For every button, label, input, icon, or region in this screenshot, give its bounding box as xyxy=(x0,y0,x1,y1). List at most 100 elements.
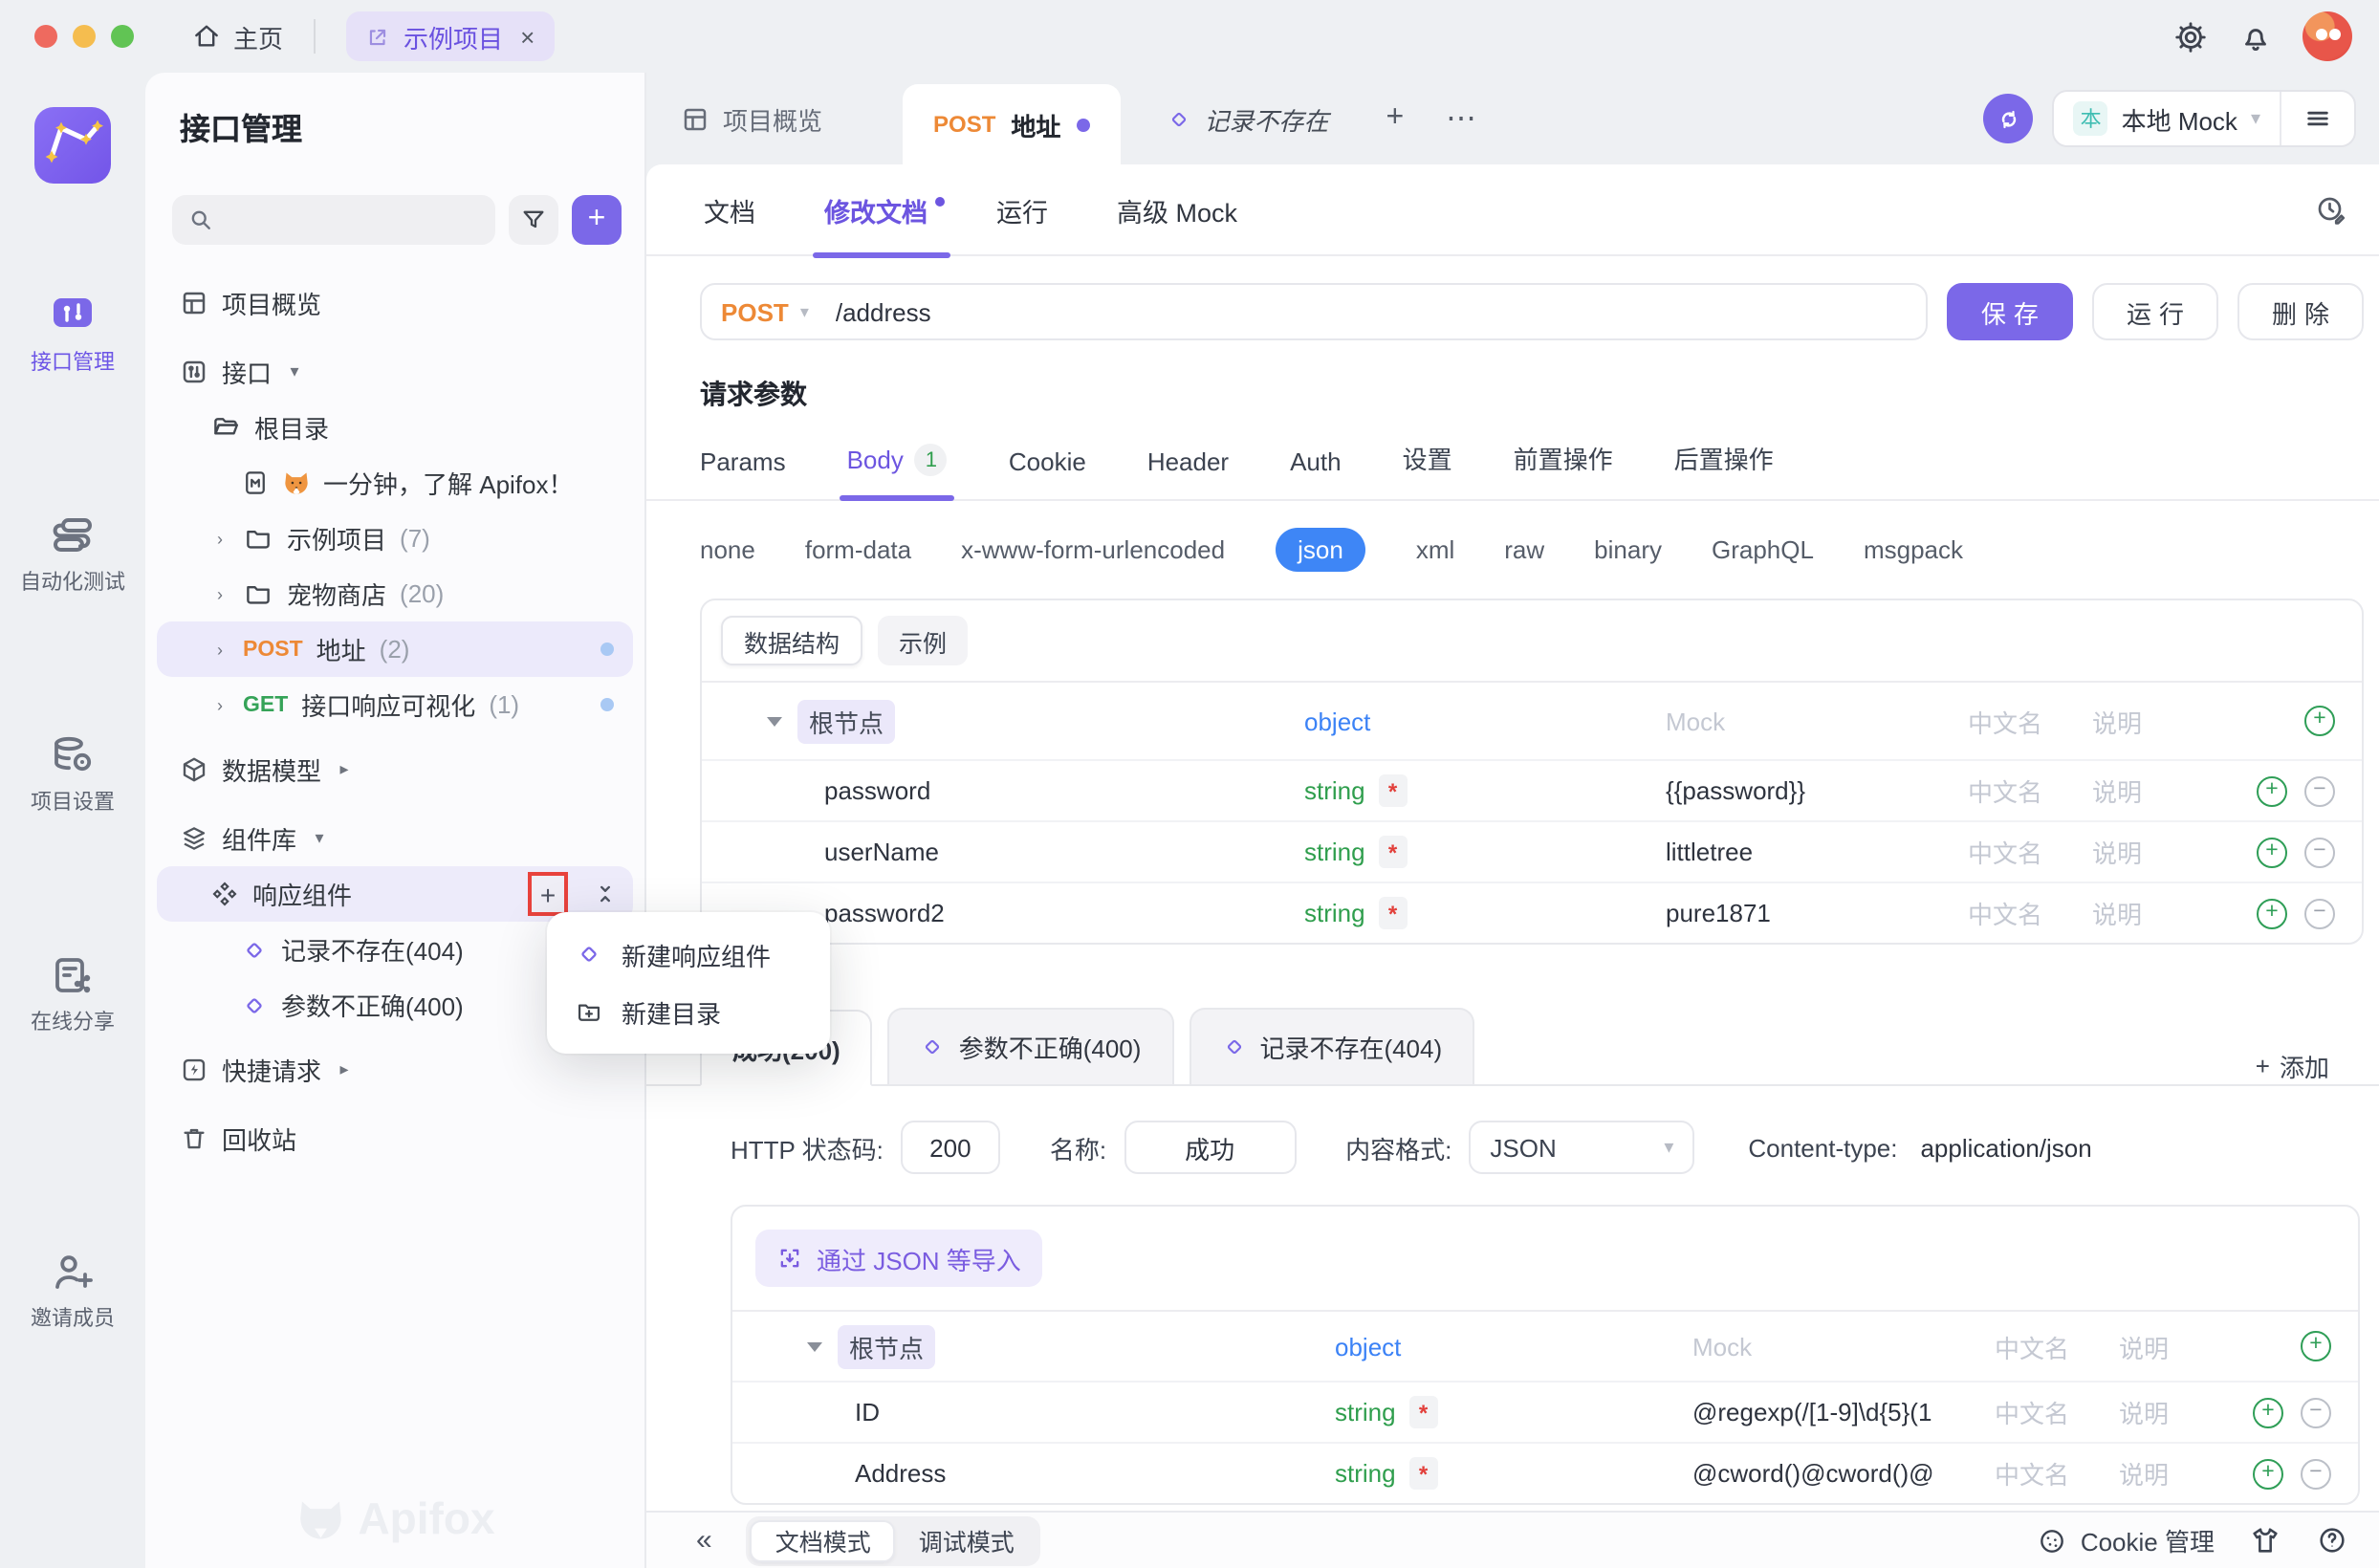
search-box[interactable] xyxy=(172,195,495,245)
schema-row-id[interactable]: ID string* @regexp(/[1-9]\d{5}(1 中文名 说明 … xyxy=(732,1381,2358,1442)
subtab-run[interactable]: 运行 xyxy=(996,190,1048,229)
caret-down-icon[interactable]: ▾ xyxy=(285,361,304,382)
chevron-right-icon[interactable]: › xyxy=(210,695,229,714)
tab-post-actions[interactable]: 后置操作 xyxy=(1674,440,1774,476)
type-object[interactable]: object xyxy=(1304,707,1370,735)
schema-tab-example[interactable]: 示例 xyxy=(878,616,968,665)
chevron-right-icon[interactable]: › xyxy=(210,584,229,603)
rail-item-online-share[interactable]: 在线分享 xyxy=(31,954,115,1036)
menu-item-new-folder[interactable]: 新建目录 xyxy=(547,983,830,1040)
body-type-graphql[interactable]: GraphQL xyxy=(1712,535,1814,564)
body-type-binary[interactable]: binary xyxy=(1594,535,1662,564)
tree-item-post-address[interactable]: › POST 地址 (2) xyxy=(157,621,633,677)
mock-placeholder[interactable]: Mock xyxy=(1666,707,1968,735)
close-window-button[interactable] xyxy=(34,25,57,48)
tree-section-component-library[interactable]: 组件库 ▾ xyxy=(157,811,633,866)
theme-shirt-icon[interactable] xyxy=(2249,1524,2281,1557)
desc-placeholder[interactable]: 说明 xyxy=(2092,773,2213,809)
tree-section-data-models[interactable]: 数据模型 ▸ xyxy=(157,742,633,797)
new-api-plus-button[interactable]: + xyxy=(572,195,622,245)
subtab-docs[interactable]: 文档 xyxy=(704,190,755,229)
desc-placeholder[interactable]: 说明 xyxy=(2092,834,2213,870)
response-tab-400[interactable]: 参数不正确(400) xyxy=(888,1008,1174,1084)
caret-down-icon[interactable]: ▾ xyxy=(310,828,329,849)
run-button[interactable]: 运行 xyxy=(2092,283,2218,340)
add-field-button[interactable]: + xyxy=(2301,1331,2331,1361)
tab-record-not-found[interactable]: 记录不存在 xyxy=(1166,100,1328,137)
project-tab-close-icon[interactable]: × xyxy=(520,22,535,51)
tree-item-get-visualization[interactable]: › GET 接口响应可视化 (1) xyxy=(157,677,633,732)
tab-header[interactable]: Header xyxy=(1147,447,1229,476)
field-name[interactable]: ID xyxy=(732,1398,1335,1426)
more-tabs-button[interactable]: ⋯ xyxy=(1446,99,1478,138)
schema-tab-structure[interactable]: 数据结构 xyxy=(721,616,862,665)
content-format-select[interactable]: JSON ▾ xyxy=(1469,1121,1694,1174)
schema-row-username[interactable]: userName string* littletree 中文名 说明 +− xyxy=(702,820,2362,882)
settings-gear-icon[interactable] xyxy=(2172,18,2209,54)
remove-field-button[interactable]: − xyxy=(2301,1458,2331,1489)
add-field-button[interactable]: + xyxy=(2257,898,2287,928)
tab-params[interactable]: Params xyxy=(700,447,786,476)
response-name-input[interactable] xyxy=(1124,1121,1296,1174)
tree-item-petstore-folder[interactable]: › 宠物商店 (20) xyxy=(157,566,633,621)
type-string[interactable]: string xyxy=(1335,1459,1396,1488)
response-tab-404[interactable]: 记录不存在(404) xyxy=(1189,1008,1474,1084)
remove-field-button[interactable]: − xyxy=(2304,775,2335,806)
search-input[interactable] xyxy=(226,205,480,235)
rail-item-api-management[interactable]: 接口管理 xyxy=(31,294,115,377)
schema-row-address[interactable]: Address string* @cword()@cword()@ 中文名 说明… xyxy=(732,1442,2358,1503)
notifications-bell-icon[interactable] xyxy=(2237,18,2274,54)
schema-row-password2[interactable]: password2 string* pure1871 中文名 说明 +− xyxy=(702,882,2362,943)
cn-name-placeholder[interactable]: 中文名 xyxy=(1968,895,2092,931)
schema-root-row[interactable]: 根节点 object Mock 中文名 说明 + xyxy=(702,683,2362,759)
field-name[interactable]: Address xyxy=(732,1459,1335,1488)
home-button[interactable]: 主页 xyxy=(191,18,283,54)
tab-post-address-active[interactable]: POST 地址 xyxy=(903,84,1120,164)
desc-placeholder[interactable]: 说明 xyxy=(2119,1455,2239,1492)
add-component-button-annotated[interactable]: + xyxy=(528,872,568,916)
delete-button[interactable]: 删除 xyxy=(2237,283,2364,340)
doc-mode-button[interactable]: 文档模式 xyxy=(751,1519,896,1561)
remove-field-button[interactable]: − xyxy=(2301,1397,2331,1427)
add-response-button[interactable]: + 添加 xyxy=(2256,1048,2329,1084)
apifox-logo[interactable] xyxy=(34,107,111,184)
subtab-edit-docs[interactable]: 修改文档 xyxy=(824,190,928,229)
body-type-json-selected[interactable]: json xyxy=(1275,528,1366,572)
import-json-button[interactable]: 通过 JSON 等导入 xyxy=(755,1230,1042,1287)
type-string[interactable]: string xyxy=(1304,776,1365,805)
tab-pre-actions[interactable]: 前置操作 xyxy=(1514,440,1613,476)
env-menu-button[interactable] xyxy=(2281,105,2354,132)
add-field-button[interactable]: + xyxy=(2257,837,2287,867)
cookie-manager-button[interactable]: Cookie 管理 xyxy=(2037,1522,2215,1558)
mock-placeholder[interactable]: Mock xyxy=(1692,1332,1995,1361)
type-string[interactable]: string xyxy=(1304,838,1365,866)
path-input[interactable] xyxy=(828,297,1926,326)
schema-row-password[interactable]: password string* {{password}} 中文名 说明 +− xyxy=(702,759,2362,820)
add-field-button[interactable]: + xyxy=(2253,1397,2283,1427)
environment-select[interactable]: 本 本地 Mock ▾ xyxy=(2055,100,2280,137)
minimize-window-button[interactable] xyxy=(73,25,96,48)
mock-value[interactable]: @regexp(/[1-9]\d{5}(1 xyxy=(1692,1398,1995,1426)
sync-button[interactable] xyxy=(1984,94,2034,143)
body-type-msgpack[interactable]: msgpack xyxy=(1864,535,1963,564)
project-tab[interactable]: 示例项目 × xyxy=(346,11,554,61)
mock-value[interactable]: @cword()@cword()@ xyxy=(1692,1459,1995,1488)
mock-value[interactable]: littletree xyxy=(1666,838,1968,866)
tab-project-overview[interactable]: 项目概览 xyxy=(681,100,822,137)
rail-item-invite-members[interactable]: 邀请成员 xyxy=(31,1251,115,1333)
remove-field-button[interactable]: − xyxy=(2304,898,2335,928)
caret-down-icon[interactable] xyxy=(767,716,782,726)
menu-item-new-response-component[interactable]: 新建响应组件 xyxy=(547,926,830,983)
mock-value[interactable]: {{password}} xyxy=(1666,776,1968,805)
filter-button[interactable] xyxy=(509,195,558,245)
field-name[interactable]: userName xyxy=(702,838,1304,866)
rail-item-automated-testing[interactable]: 自动化测试 xyxy=(20,514,125,597)
cn-name-placeholder[interactable]: 中文名 xyxy=(1968,834,2092,870)
type-object[interactable]: object xyxy=(1335,1332,1401,1361)
cn-name-placeholder[interactable]: 中文名 xyxy=(1995,1328,2119,1364)
type-string[interactable]: string xyxy=(1304,899,1365,927)
cn-name-placeholder[interactable]: 中文名 xyxy=(1968,703,2092,739)
caret-right-icon[interactable]: ▸ xyxy=(335,759,354,780)
collapse-all-icon[interactable] xyxy=(593,882,618,906)
tab-auth[interactable]: Auth xyxy=(1290,447,1342,476)
